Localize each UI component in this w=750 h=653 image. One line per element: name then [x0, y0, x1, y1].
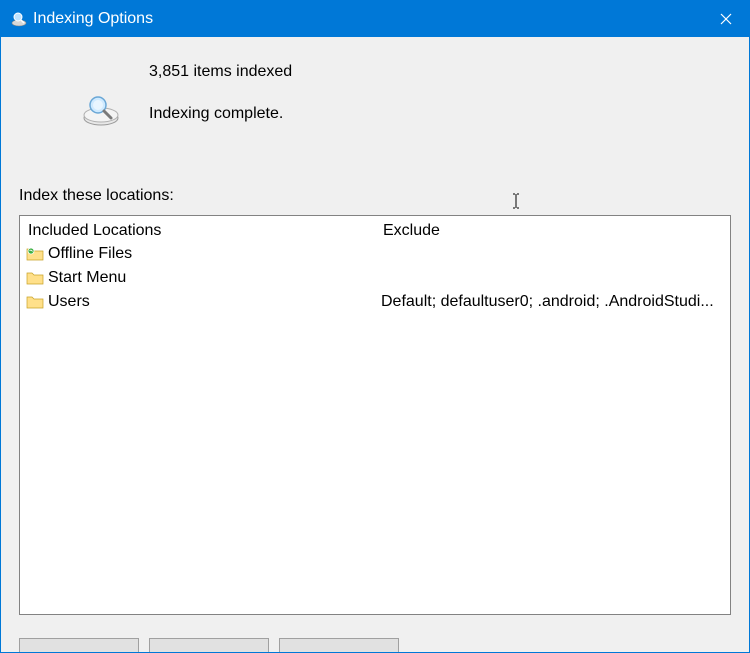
- indexing-status-icon: [19, 57, 129, 131]
- index-locations-label: Index these locations:: [19, 187, 731, 205]
- list-item-label: Offline Files: [48, 245, 132, 263]
- items-indexed-count: 3,851 items indexed: [149, 63, 292, 81]
- button-stub[interactable]: [279, 638, 399, 652]
- titlebar: Indexing Options: [1, 1, 749, 37]
- list-item-label: Start Menu: [48, 269, 126, 287]
- list-item-label: Users: [48, 293, 90, 311]
- exclude-value: [381, 242, 724, 266]
- indexing-state: Indexing complete.: [149, 105, 292, 123]
- window-title: Indexing Options: [29, 10, 703, 28]
- folder-icon: [26, 270, 44, 286]
- list-item[interactable]: Users: [26, 290, 369, 314]
- folder-icon: [26, 294, 44, 310]
- exclude-value: Default; defaultuser0; .android; .Androi…: [381, 290, 724, 314]
- exclude-value: [381, 266, 724, 290]
- list-item[interactable]: Offline Files: [26, 242, 369, 266]
- bottom-button-row: [19, 638, 731, 652]
- button-stub[interactable]: [149, 638, 269, 652]
- locations-listbox[interactable]: Included Locations Offline Files: [19, 215, 731, 615]
- button-stub[interactable]: [19, 638, 139, 652]
- list-item[interactable]: Start Menu: [26, 266, 369, 290]
- close-button[interactable]: [703, 1, 749, 37]
- indexing-app-icon: [9, 9, 29, 29]
- exclude-header: Exclude: [381, 220, 724, 242]
- offline-files-folder-icon: [26, 246, 44, 262]
- included-locations-header: Included Locations: [26, 220, 369, 242]
